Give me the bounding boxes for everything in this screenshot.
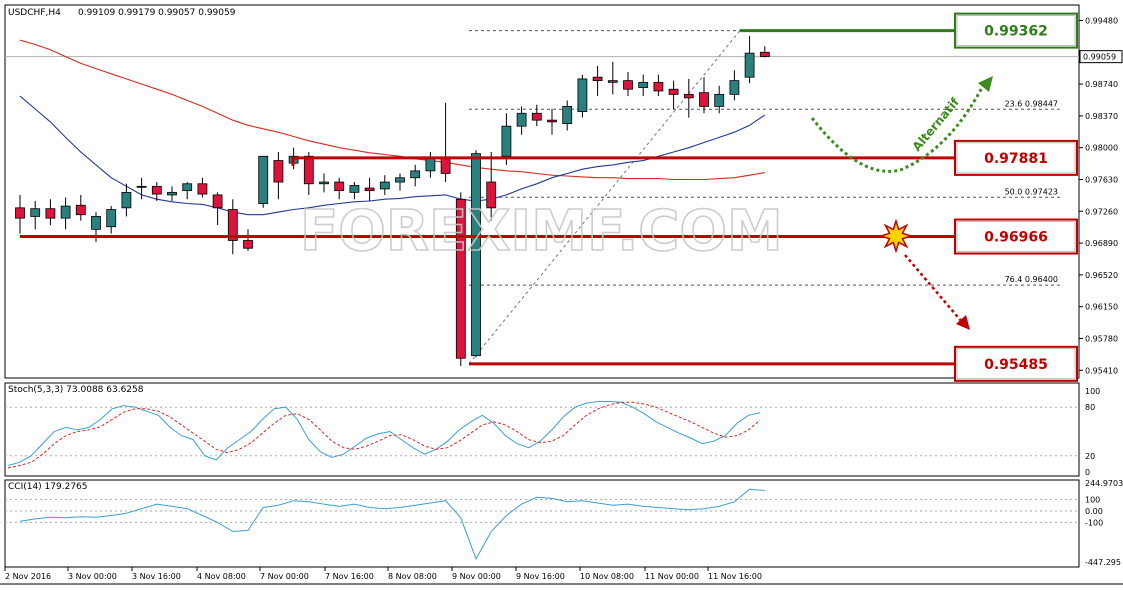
candle-body xyxy=(136,185,147,188)
x-tick-label: 10 Nov 08:00 xyxy=(580,572,634,581)
candle-body xyxy=(623,80,633,90)
candle-body xyxy=(547,119,557,123)
candle-body xyxy=(303,155,314,185)
candle-body xyxy=(91,216,101,230)
x-tick-label: 4 Nov 08:00 xyxy=(197,572,246,581)
level-label: 0.96966 xyxy=(984,230,1048,246)
cci-tick-label: 244.9703 xyxy=(1085,479,1123,488)
y-tick-label: 0.96520 xyxy=(1085,271,1118,280)
cci-label: CCI(14) 179.2765 xyxy=(8,482,88,492)
y-tick-label: 0.96150 xyxy=(1085,303,1118,312)
candle-body xyxy=(167,191,177,196)
x-tick-label: 9 Nov 00:00 xyxy=(452,572,501,581)
candle-body xyxy=(729,80,740,95)
y-tick-label: 0.98000 xyxy=(1085,144,1118,153)
level-label: 0.99362 xyxy=(984,24,1048,40)
level-label: 0.95485 xyxy=(984,357,1048,373)
fibonacci-label: 76.4 0.96400 xyxy=(1005,275,1058,284)
candle-body xyxy=(379,181,390,190)
candle-body xyxy=(562,106,573,125)
candle-body xyxy=(683,93,694,99)
y-tick-label: 0.99480 xyxy=(1085,16,1118,25)
x-tick-label: 11 Nov 16:00 xyxy=(708,572,762,581)
breakout-star-icon xyxy=(878,218,914,254)
stoch-tick-label: 0 xyxy=(1085,468,1090,477)
y-tick-label: 0.97260 xyxy=(1085,207,1118,216)
candle-body xyxy=(60,205,71,219)
y-tick-label: 0.97630 xyxy=(1085,175,1118,184)
candle-body xyxy=(106,209,117,228)
candle-body xyxy=(653,81,664,92)
stoch-tick-label: 20 xyxy=(1085,452,1095,461)
candle-body xyxy=(395,177,405,183)
watermark-text: FOREXIMF.COM xyxy=(300,199,783,264)
candle-body xyxy=(531,112,542,121)
candle-body xyxy=(592,76,603,82)
x-tick-label: 9 Nov 16:00 xyxy=(516,572,565,581)
candle-body xyxy=(501,125,512,157)
candle-body xyxy=(212,194,223,209)
candle-body xyxy=(75,204,86,216)
candle-body xyxy=(516,112,527,127)
candle-body xyxy=(440,157,451,174)
cci-tick-label: -100 xyxy=(1085,518,1103,527)
candle-body xyxy=(258,155,269,204)
candle-body xyxy=(121,191,132,209)
fibonacci-label: 23.6 0.98447 xyxy=(1005,99,1058,108)
cci-tick-label: -447.295 xyxy=(1085,558,1121,567)
candle-body xyxy=(425,157,436,172)
symbol-label: USDCHF,H4 xyxy=(8,8,61,18)
candle-body xyxy=(273,160,284,183)
candle-body xyxy=(668,88,679,95)
x-tick-label: 11 Nov 00:00 xyxy=(645,572,699,581)
candle-body xyxy=(243,240,253,249)
candle-body xyxy=(334,181,345,192)
x-tick-label: 2 Nov 2016 xyxy=(5,572,51,581)
candle-body xyxy=(349,185,360,193)
cci-tick-label: 0.00 xyxy=(1085,507,1103,516)
candle-body xyxy=(759,51,770,57)
chart-canvas: 0.99480 0.98740 0.98370 0.98000 0.97630 0.972… xyxy=(0,0,1123,588)
candle-body xyxy=(151,185,162,195)
candle-body xyxy=(744,52,755,78)
current-price-label: 0.99059 xyxy=(1083,53,1116,62)
candle-body xyxy=(699,92,709,107)
x-tick-label: 3 Nov 16:00 xyxy=(132,572,181,581)
y-tick-label: 0.96890 xyxy=(1085,239,1118,248)
candle-body xyxy=(45,208,56,219)
candle-body xyxy=(30,208,41,217)
chart-window: 0.99480 0.98740 0.98370 0.98000 0.97630 0.972… xyxy=(0,0,1123,588)
candle-body xyxy=(15,207,25,219)
stoch-tick-label: 100 xyxy=(1085,387,1100,396)
candle-body xyxy=(638,81,649,88)
x-tick-label: 8 Nov 08:00 xyxy=(388,572,437,581)
candle-body xyxy=(182,183,193,192)
x-tick-label: 7 Nov 00:00 xyxy=(260,572,309,581)
candle-body xyxy=(364,187,375,192)
level-label: 0.97881 xyxy=(984,151,1048,167)
x-tick-label: 3 Nov 00:00 xyxy=(68,572,117,581)
ohlc-readout: 0.99109 0.99179 0.99057 0.99059 xyxy=(78,8,236,18)
candle-body xyxy=(410,170,421,179)
candle-body xyxy=(319,181,329,185)
candle-body xyxy=(197,183,208,195)
stoch-label: Stoch(5,3,3) 73.0088 63.6258 xyxy=(8,385,144,395)
candle-body xyxy=(577,78,588,112)
cci-tick-label: 100 xyxy=(1085,496,1100,505)
y-tick-label: 0.98370 xyxy=(1085,112,1118,121)
y-tick-label: 0.95780 xyxy=(1085,334,1118,343)
y-tick-label: 0.98740 xyxy=(1085,80,1118,89)
candle-body xyxy=(714,93,725,107)
stoch-tick-label: 80 xyxy=(1085,403,1095,412)
y-tick-label: 0.95410 xyxy=(1085,366,1118,375)
candle-body xyxy=(607,80,618,83)
fibonacci-label: 50.0 0.97423 xyxy=(1005,187,1058,196)
x-tick-label: 7 Nov 16:00 xyxy=(325,572,374,581)
